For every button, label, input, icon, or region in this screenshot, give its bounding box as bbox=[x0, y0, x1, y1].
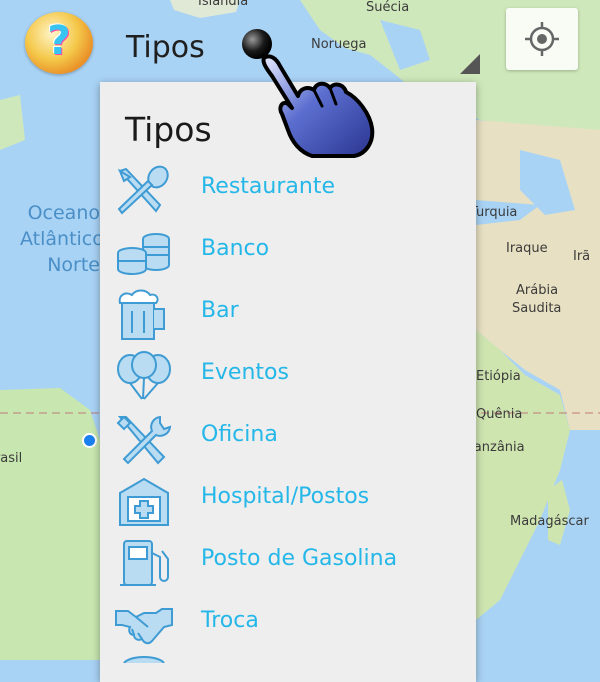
map-label-arabia-2: Saudita bbox=[512, 301, 562, 316]
option-banco[interactable]: Banco bbox=[100, 221, 476, 283]
spinner-label: Tipos bbox=[126, 30, 205, 65]
map-label-ira: Irã bbox=[573, 249, 591, 264]
option-label-bar: Bar bbox=[201, 298, 239, 323]
option-restaurante[interactable]: Restaurante bbox=[100, 159, 476, 221]
dropdown-triangle-icon bbox=[460, 54, 480, 74]
question-mark-icon: ? bbox=[47, 18, 71, 64]
current-location-dot bbox=[82, 433, 97, 448]
ocean-label-line1: Oceano bbox=[27, 202, 100, 224]
option-label-hospital-postos: Hospital/Postos bbox=[201, 484, 370, 509]
option-label-oficina: Oficina bbox=[201, 422, 278, 447]
cutlery-icon bbox=[117, 165, 169, 215]
ocean-label-line3: Norte bbox=[47, 254, 100, 276]
map-label-ocean: Oceano Atlântico Norte bbox=[20, 200, 104, 278]
dropdown-title: Tipos bbox=[125, 110, 212, 149]
map-label-madagascar: Madagáscar bbox=[510, 514, 589, 529]
option-hospital-postos[interactable]: Hospital/Postos bbox=[100, 469, 476, 531]
tools-icon bbox=[116, 415, 172, 465]
map-label-quenia: Quênia bbox=[476, 407, 523, 422]
beer-mug-icon bbox=[118, 289, 165, 340]
my-location-button[interactable] bbox=[506, 8, 578, 70]
app-logo[interactable]: ? bbox=[25, 12, 93, 74]
option-label-troca: Troca bbox=[201, 608, 259, 633]
option-oficina[interactable]: Oficina bbox=[100, 407, 476, 469]
next-option-icon bbox=[123, 656, 165, 663]
map-label-tanzania: Tanzânia bbox=[468, 440, 525, 455]
option-troca[interactable]: Troca bbox=[100, 593, 476, 655]
ocean-label-line2: Atlântico bbox=[20, 228, 104, 250]
coins-icon bbox=[117, 233, 170, 275]
map-label-islandia: Islândia bbox=[198, 0, 249, 9]
option-bar[interactable]: Bar bbox=[100, 283, 476, 345]
hospital-icon bbox=[119, 477, 169, 526]
option-label-eventos: Eventos bbox=[201, 360, 289, 385]
handshake-icon bbox=[115, 608, 173, 645]
option-label-restaurante: Restaurante bbox=[201, 174, 335, 199]
fuel-pump-icon bbox=[120, 540, 169, 586]
option-label-banco: Banco bbox=[201, 236, 270, 261]
balloons-icon bbox=[117, 351, 171, 400]
option-label-posto-gasolina: Posto de Gasolina bbox=[201, 546, 398, 571]
map-label-arabia-1: Arábia bbox=[516, 283, 559, 298]
crosshair-icon bbox=[525, 22, 559, 56]
pointing-hand-icon bbox=[242, 29, 375, 158]
map-label-iraque: Iraque bbox=[506, 241, 548, 256]
option-eventos[interactable]: Eventos bbox=[100, 345, 476, 407]
map-label-etiopia: Etiópia bbox=[476, 369, 521, 384]
map-label-turquia: Turquia bbox=[470, 205, 518, 220]
map-label-brasil: Brasil bbox=[0, 451, 23, 466]
types-dropdown: Tipos Restaurante Banco Bar Eventos Ofic… bbox=[100, 82, 476, 682]
option-posto-gasolina[interactable]: Posto de Gasolina bbox=[100, 531, 476, 593]
